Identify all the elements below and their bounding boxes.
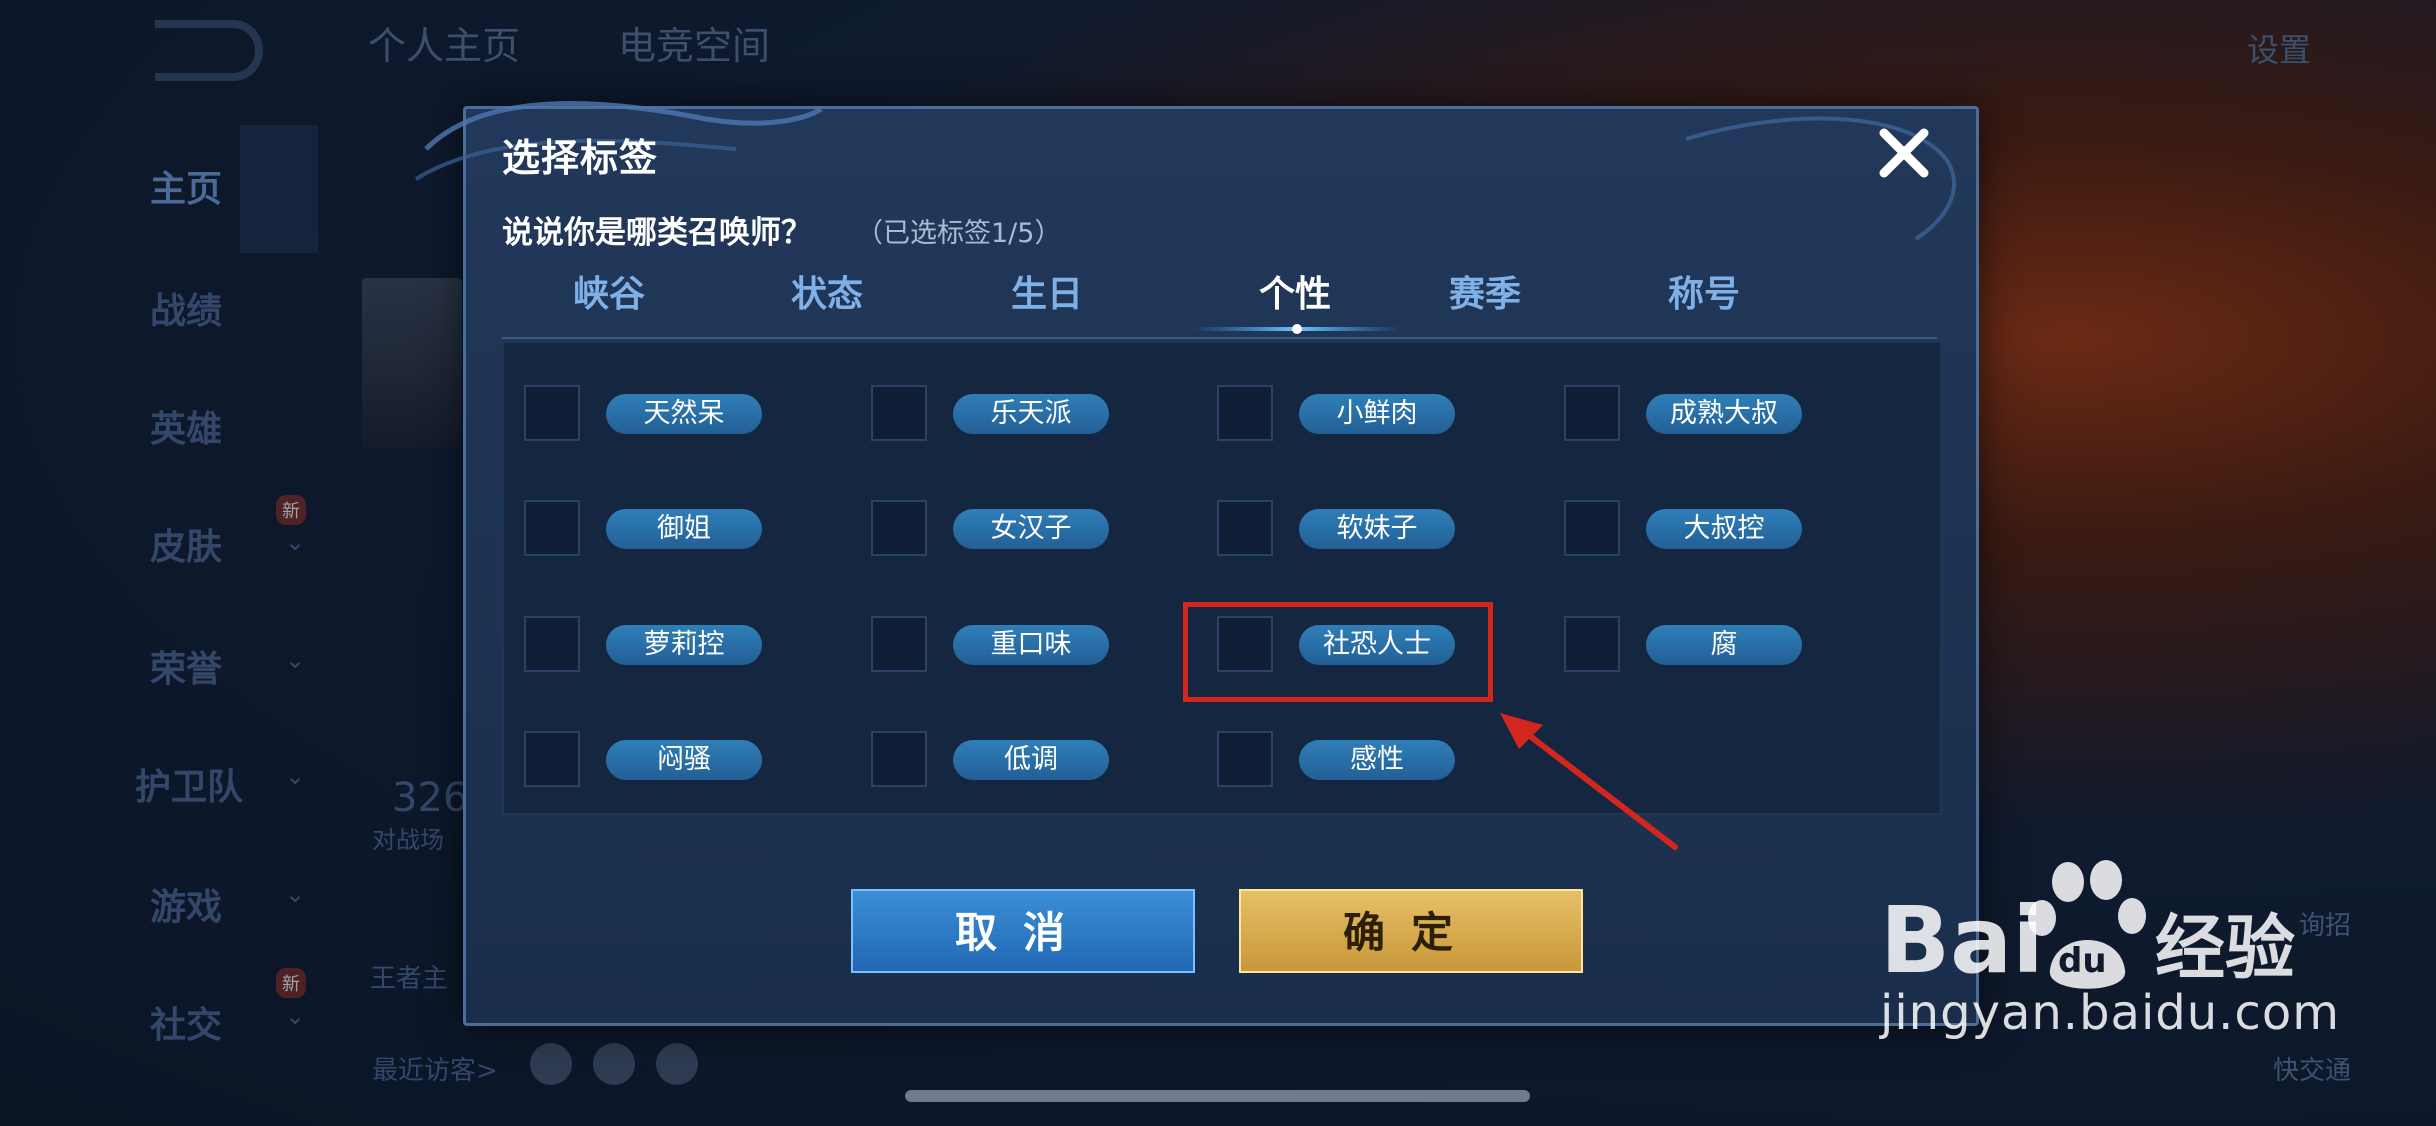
new-badge: 新 [276,495,306,525]
tag-option[interactable]: 女汉子 [871,500,1211,560]
tag-label[interactable]: 成熟大叔 [1646,394,1802,434]
dialog-title: 选择标签 [502,136,659,180]
tag-checkbox[interactable] [524,500,580,556]
tag-checkbox[interactable] [524,616,580,672]
side-item-honor[interactable]: 荣誉 [150,640,222,692]
confirm-button[interactable]: 确定 [1239,889,1583,973]
side-item-games[interactable]: 游戏 [150,878,222,930]
side-item-social[interactable]: 社交 [150,996,222,1048]
watermark-url: jingyan.baidu.com [1880,985,2340,1041]
tag-option[interactable]: 大叔控 [1564,500,1904,560]
stat-caption: 对战场 [372,826,444,854]
back-arrow-icon[interactable] [155,20,263,81]
tag-label[interactable]: 社恐人士 [1299,625,1455,665]
tag-option[interactable]: 软妹子 [1217,500,1557,560]
chevron-down-icon: ⌄ [285,1002,306,1030]
tag-checkbox[interactable] [524,385,580,441]
tag-option[interactable]: 小鲜肉 [1217,385,1557,445]
side-active-indicator [240,125,318,253]
side-item-heroes[interactable]: 英雄 [150,400,222,452]
tag-checkbox[interactable] [1217,731,1273,787]
tag-option[interactable]: 御姐 [524,500,864,560]
tag-label[interactable]: 软妹子 [1299,509,1455,549]
side-item-guard[interactable]: 护卫队 [135,758,243,810]
tag-checkbox[interactable] [1217,616,1273,672]
tag-grid: 天然呆 乐天派 小鲜肉 成熟大叔 御姐 女汉子 软妹子 大叔控 萝莉控 重口味 … [502,341,1942,815]
new-badge: 新 [276,968,306,998]
tab-status[interactable]: 状态 [752,265,902,317]
tag-checkbox[interactable] [524,731,580,787]
tag-checkbox[interactable] [1564,385,1620,441]
tag-checkbox[interactable] [871,385,927,441]
tag-option[interactable]: 感性 [1217,731,1557,791]
chevron-down-icon: ⌄ [285,646,306,674]
tag-label[interactable]: 闷骚 [606,740,762,780]
cancel-button[interactable]: 取消 [851,889,1195,973]
king-caption: 王者主 [370,964,449,994]
tag-label[interactable]: 小鲜肉 [1299,394,1455,434]
tag-label[interactable]: 天然呆 [606,394,762,434]
tag-option[interactable]: 成熟大叔 [1564,385,1904,445]
tab-season[interactable]: 赛季 [1410,265,1560,317]
chevron-down-icon: ⌄ [285,880,306,908]
tag-checkbox[interactable] [871,500,927,556]
recent-visitors-link[interactable]: 最近访客> [372,1050,498,1087]
visitor-avatar[interactable] [530,1043,572,1085]
tag-label[interactable]: 感性 [1299,740,1455,780]
tag-option[interactable]: 低调 [871,731,1211,791]
chevron-down-icon: ⌄ [285,528,306,556]
right-label[interactable]: 询招 [2299,905,2351,942]
select-tags-dialog: 选择标签 说说你是哪类召唤师？ （已选标签1/5） 峡谷 状态 生日 个性 赛季… [414,101,1979,1026]
tag-checkbox[interactable] [1564,616,1620,672]
tag-label[interactable]: 乐天派 [953,394,1109,434]
side-item-skins[interactable]: 皮肤 [150,518,222,570]
close-icon[interactable] [1872,121,1936,185]
side-item-records[interactable]: 战绩 [150,282,222,334]
settings-link[interactable]: 设置 [2247,25,2311,71]
chevron-down-icon: ⌄ [285,762,306,790]
tag-option[interactable]: 腐 [1564,616,1904,676]
tab-personal-home[interactable]: 个人主页 [368,15,520,70]
tag-option[interactable]: 乐天派 [871,385,1211,445]
tag-checkbox[interactable] [871,731,927,787]
visitor-avatar[interactable] [593,1043,635,1085]
visitor-avatar[interactable] [656,1043,698,1085]
tag-label[interactable]: 御姐 [606,509,762,549]
tab-birthday[interactable]: 生日 [972,265,1122,317]
tab-canyon[interactable]: 峡谷 [534,265,684,317]
right-label[interactable]: 快交通 [2273,1050,2351,1087]
tag-checkbox[interactable] [871,616,927,672]
tag-label[interactable]: 腐 [1646,625,1802,665]
tag-option[interactable]: 萝莉控 [524,616,864,676]
tag-checkbox[interactable] [1217,385,1273,441]
tab-personality[interactable]: 个性 [1220,265,1370,317]
decorative-swirl [1686,116,1957,241]
question-text: 说说你是哪类召唤师？ [502,215,812,251]
tag-label[interactable]: 大叔控 [1646,509,1802,549]
tag-option-social-anxiety[interactable]: 社恐人士 [1217,616,1557,676]
tag-checkbox[interactable] [1564,500,1620,556]
avatar [362,278,462,448]
side-item-home[interactable]: 主页 [150,160,222,212]
tag-option[interactable]: 闷骚 [524,731,864,791]
home-indicator[interactable] [905,1090,1530,1102]
active-tab-indicator [1192,324,1402,334]
tag-category-tabs: 峡谷 状态 生日 个性 赛季 称号 [502,259,1937,339]
tag-label[interactable]: 女汉子 [953,509,1109,549]
tag-label[interactable]: 萝莉控 [606,625,762,665]
stat-number: 326 [392,775,469,821]
tag-label[interactable]: 重口味 [953,625,1109,665]
tab-esports-space[interactable]: 电竞空间 [618,15,770,70]
tag-option[interactable]: 天然呆 [524,385,864,445]
tag-checkbox[interactable] [1217,500,1273,556]
tab-title[interactable]: 称号 [1629,265,1779,317]
tag-label[interactable]: 低调 [953,740,1109,780]
tag-option[interactable]: 重口味 [871,616,1211,676]
selected-count: （已选标签1/5） [856,218,1062,249]
